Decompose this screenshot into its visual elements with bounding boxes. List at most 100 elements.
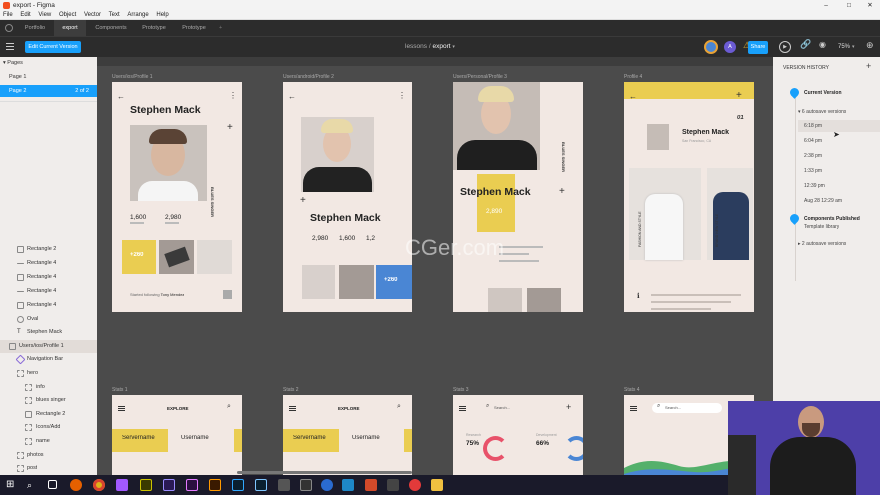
minimize-icon[interactable]: – xyxy=(820,0,832,11)
zoom-chevron-icon[interactable]: ▾ xyxy=(852,37,855,57)
new-tab-icon[interactable]: + xyxy=(219,20,222,36)
hamburger-menu-icon[interactable] xyxy=(6,43,14,44)
version-time[interactable]: 6:18 pm xyxy=(804,123,822,129)
avatar[interactable]: A xyxy=(724,41,736,53)
present-icon[interactable]: ▶ xyxy=(779,41,791,53)
app-icon[interactable] xyxy=(278,479,290,491)
file-name[interactable]: export xyxy=(432,43,450,50)
zoom-level[interactable]: 75% xyxy=(838,37,850,57)
menu-vector[interactable]: Vector xyxy=(84,12,101,18)
frame-label[interactable]: Users/ios/Profile 1 xyxy=(112,74,153,80)
app-icon[interactable] xyxy=(365,479,377,491)
layer-blues-singer[interactable]: blues singer xyxy=(0,394,97,407)
frame-label[interactable]: Stats 2 xyxy=(283,387,299,393)
menu-object[interactable]: Object xyxy=(59,12,76,18)
menu-help[interactable]: Help xyxy=(156,12,168,18)
profile-frame-1[interactable]: ← ⋮ Stephen Mack + BLUES SINGER 1,600 2,… xyxy=(112,82,242,312)
frame-label[interactable]: Users/Personal/Profile 3 xyxy=(453,74,507,80)
profile-frame-3[interactable]: BLUES SINGER Stephen Mack + 2,890 xyxy=(453,82,583,312)
lightroom-icon[interactable] xyxy=(255,479,267,491)
layer-rectangle-4[interactable]: Rectangle 4 xyxy=(0,257,97,270)
layout-grid-icon[interactable]: ⊕ xyxy=(866,40,874,51)
design-canvas[interactable]: Users/ios/Profile 1 ← ⋮ Stephen Mack + B… xyxy=(97,57,773,475)
stats-frame-1[interactable]: EXPLORE ⌕ Servername Username xyxy=(112,395,242,475)
layer-name[interactable]: name xyxy=(0,435,97,448)
current-version-label[interactable]: Current Version xyxy=(804,90,842,96)
maximize-icon[interactable]: □ xyxy=(843,0,855,11)
layer-info[interactable]: info xyxy=(0,381,97,394)
frame-label[interactable]: Users/android/Profile 2 xyxy=(283,74,334,80)
chevron-down-icon[interactable]: ▾ xyxy=(452,44,455,50)
layer-stephen-mack[interactable]: T Stephen Mack xyxy=(0,326,97,339)
app-icon[interactable] xyxy=(387,479,399,491)
layer-rectangle-2[interactable]: Rectangle 2 xyxy=(0,243,97,256)
user-avatar-multicolor[interactable] xyxy=(704,40,718,54)
eye-icon[interactable]: ◉ xyxy=(819,40,826,49)
frame-label[interactable]: Profile 4 xyxy=(624,74,642,80)
version-time[interactable]: 2:38 pm xyxy=(804,153,822,159)
app-icon[interactable] xyxy=(409,479,421,491)
windows-start-icon[interactable]: ⊞ xyxy=(6,479,18,491)
menu-text[interactable]: Text xyxy=(109,12,120,18)
tab-export[interactable]: export xyxy=(54,20,86,36)
after-effects-icon[interactable] xyxy=(163,479,175,491)
layer-post[interactable]: post xyxy=(0,462,97,475)
app-icon[interactable] xyxy=(300,479,312,491)
version-time[interactable]: 1:33 pm xyxy=(804,168,822,174)
menu-edit[interactable]: Edit xyxy=(20,12,30,18)
layer-rectangle-4[interactable]: Rectangle 4 xyxy=(0,299,97,312)
tab-components[interactable]: Components xyxy=(88,20,134,36)
bridge-icon[interactable] xyxy=(140,479,152,491)
layer-rectangle-4[interactable]: Rectangle 4 xyxy=(0,285,97,298)
version-time[interactable]: Aug 28 12:29 am xyxy=(804,198,842,204)
layer-users-ios-profile-1[interactable]: Users/ios/Profile 1 xyxy=(0,340,97,353)
stats-frame-2[interactable]: EXPLORE ⌕ Servername Username xyxy=(283,395,412,475)
figma-icon[interactable] xyxy=(116,479,128,491)
layer-photos[interactable]: photos xyxy=(0,449,97,462)
file-explorer-icon[interactable] xyxy=(431,479,443,491)
chrome-icon[interactable] xyxy=(93,479,105,491)
share-button[interactable]: Share xyxy=(748,41,768,54)
app-icon[interactable] xyxy=(342,479,354,491)
tab-prototype-2[interactable]: Prototype xyxy=(174,20,214,36)
frame-label[interactable]: Stats 4 xyxy=(624,387,640,393)
frame-label[interactable]: Stats 3 xyxy=(453,387,469,393)
profile-frame-2[interactable]: ← ⋮ + Stephen Mack 2,980 1,600 1,2 +260 xyxy=(283,82,412,312)
layer-icons-add[interactable]: Icons/Add xyxy=(0,421,97,434)
version-time[interactable]: 12:39 pm xyxy=(804,183,825,189)
illustrator-icon[interactable] xyxy=(209,479,221,491)
home-icon[interactable] xyxy=(5,24,13,32)
add-version-icon[interactable]: + xyxy=(866,61,871,71)
horizontal-scrollbar[interactable] xyxy=(237,471,412,474)
link-icon[interactable]: 🔗 xyxy=(800,39,811,50)
autosave-toggle-2[interactable]: ▸ 2 autosave versions xyxy=(798,241,846,247)
layer-rectangle-4[interactable]: Rectangle 4 xyxy=(0,271,97,284)
photoshop-icon[interactable] xyxy=(232,479,244,491)
firefox-icon[interactable] xyxy=(70,479,82,491)
stats-frame-3[interactable]: ⌕ Search... + Research 75% Development 6… xyxy=(453,395,583,475)
search-icon[interactable]: ⌕ xyxy=(27,479,39,491)
page-item-2[interactable]: Page 2 2 of 2 xyxy=(0,85,97,97)
page-item-1[interactable]: Page 1 xyxy=(0,71,97,83)
edit-current-version-button[interactable]: Edit Current Version xyxy=(25,41,81,53)
menu-arrange[interactable]: Arrange xyxy=(127,12,148,18)
layer-rectangle-2[interactable]: Rectangle 2 xyxy=(0,408,97,421)
tab-portfolio[interactable]: Portfolio xyxy=(16,20,54,36)
close-icon[interactable]: ✕ xyxy=(864,0,876,11)
tab-prototype-1[interactable]: Prototype xyxy=(134,20,174,36)
menu-view[interactable]: View xyxy=(38,12,51,18)
project-name[interactable]: lessons xyxy=(405,43,427,50)
chevron-down-icon[interactable]: ▾ xyxy=(3,60,6,66)
version-time[interactable]: 6:04 pm xyxy=(804,138,822,144)
app-icon[interactable] xyxy=(321,479,333,491)
layer-oval[interactable]: Oval xyxy=(0,313,97,326)
menu-file[interactable]: File xyxy=(3,12,13,18)
published-title[interactable]: Components Published xyxy=(804,216,860,222)
frame-label[interactable]: Stats 1 xyxy=(112,387,128,393)
profile-frame-4[interactable]: ← + 01 Stephen Mack San Francisco, CA FA… xyxy=(624,82,754,312)
task-view-icon[interactable] xyxy=(48,480,57,489)
layer-navigation-bar[interactable]: Navigation Bar xyxy=(0,353,97,366)
layer-hero[interactable]: hero xyxy=(0,367,97,380)
autosave-toggle[interactable]: ▾ 6 autosave versions xyxy=(798,109,846,115)
premiere-icon[interactable] xyxy=(186,479,198,491)
